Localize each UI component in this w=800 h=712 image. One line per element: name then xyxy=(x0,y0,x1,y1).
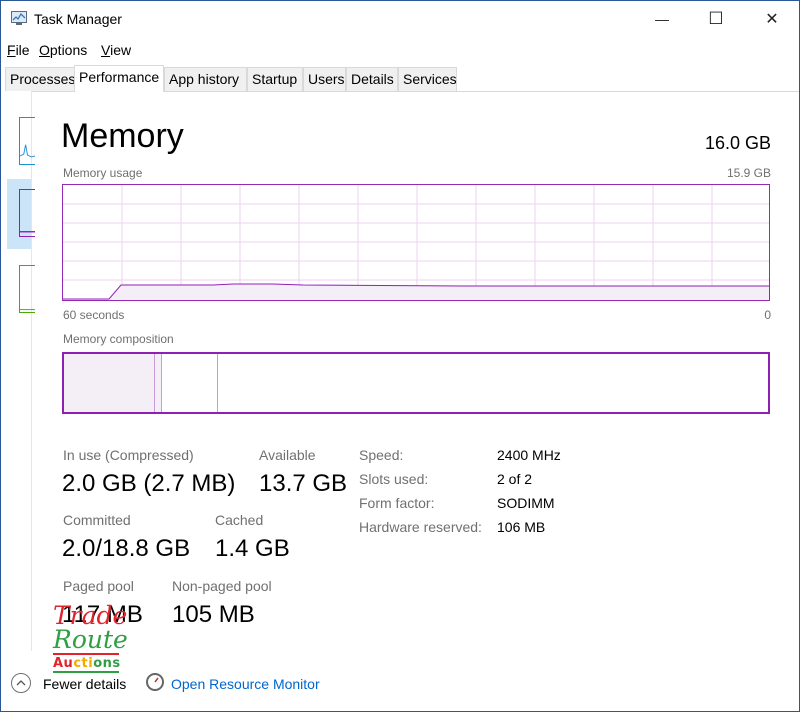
hardware-reserved-value: 106 MB xyxy=(497,519,546,535)
committed-label: Committed xyxy=(63,512,131,528)
memory-total: 16.0 GB xyxy=(704,133,771,153)
close-icon: ✕ xyxy=(765,11,779,28)
open-resource-monitor-link[interactable]: Open Resource Monitor xyxy=(171,676,320,692)
maximize-button[interactable]: ☐ xyxy=(693,1,739,37)
cached-value: 1.4 GB xyxy=(215,535,290,562)
tab-processes[interactable]: Processes xyxy=(5,67,75,91)
watermark-bar-1 xyxy=(53,653,119,655)
memory-usage-label: Memory usage xyxy=(63,166,143,180)
menu-view-accel: V xyxy=(101,42,111,58)
window-title: Task Manager xyxy=(34,11,122,27)
composition-divider-2 xyxy=(161,354,162,412)
available-value: 13.7 GB xyxy=(259,470,348,497)
menu-options[interactable]: Options xyxy=(39,42,87,58)
menu-bar: File Options View xyxy=(1,39,799,61)
minimize-button[interactable]: — xyxy=(639,1,685,37)
graph-gridlines xyxy=(63,185,769,300)
graph-axis-left: 60 seconds xyxy=(63,308,125,322)
close-button[interactable]: ✕ xyxy=(749,1,795,37)
tab-users[interactable]: Users xyxy=(303,67,346,91)
gauge-icon xyxy=(154,677,159,683)
menu-file-label: ile xyxy=(15,42,30,58)
tab-services[interactable]: Services xyxy=(398,67,457,91)
sidebar-item-disk[interactable] xyxy=(7,257,35,327)
task-manager-icon xyxy=(11,11,27,25)
menu-view-label: iew xyxy=(110,42,132,58)
in-use-label: In use (Compressed) xyxy=(63,447,194,463)
nonpaged-pool-label: Non-paged pool xyxy=(172,578,272,594)
menu-file[interactable]: File xyxy=(7,42,30,58)
fewer-details-button[interactable] xyxy=(11,673,31,693)
cached-label: Cached xyxy=(215,512,264,528)
task-manager-window: Task Manager — ☐ ✕ File Options View Pro… xyxy=(0,0,800,712)
memory-composition-bar xyxy=(62,352,770,414)
chevron-up-icon xyxy=(16,680,26,686)
paged-pool-label: Paged pool xyxy=(63,578,134,594)
maximize-icon: ☐ xyxy=(708,9,724,28)
speed-value: 2400 MHz xyxy=(497,447,561,463)
slots-value: 2 of 2 xyxy=(497,471,533,487)
form-factor-value: SODIMM xyxy=(497,495,555,511)
sidebar-item-cpu[interactable] xyxy=(7,107,35,177)
tab-strip: Processes Performance App history Startu… xyxy=(1,65,799,92)
minimize-icon: — xyxy=(655,11,669,27)
footer: Fewer details Open Resource Monitor xyxy=(1,663,799,703)
available-label: Available xyxy=(259,447,316,463)
resource-monitor-icon xyxy=(146,673,164,691)
nonpaged-pool-value: 105 MB xyxy=(172,601,255,628)
menu-file-accel: F xyxy=(7,42,16,58)
page-title: Memory xyxy=(61,117,184,155)
composition-divider-3 xyxy=(217,354,218,412)
menu-options-label: ptions xyxy=(49,42,88,58)
composition-in-use[interactable] xyxy=(64,354,154,412)
graph-axis-right: 0 xyxy=(764,308,771,322)
watermark-line-2: Route xyxy=(53,625,128,654)
menu-view[interactable]: View xyxy=(101,42,131,58)
memory-usage-max: 15.9 GB xyxy=(726,166,771,180)
speed-key: Speed: xyxy=(359,447,404,463)
performance-sidebar xyxy=(1,91,35,651)
title-bar[interactable]: Task Manager — ☐ ✕ xyxy=(1,1,799,37)
tab-performance[interactable]: Performance xyxy=(74,65,164,92)
menu-options-accel: O xyxy=(39,42,50,58)
tab-startup[interactable]: Startup xyxy=(247,67,303,91)
memory-panel: Memory 16.0 GB Memory usage 15.9 GB 60 s… xyxy=(31,91,799,651)
slots-key: Slots used: xyxy=(359,471,429,487)
hardware-reserved-key: Hardware reserved: xyxy=(359,519,482,535)
in-use-value: 2.0 GB (2.7 MB) xyxy=(62,470,236,497)
memory-composition-label: Memory composition xyxy=(63,332,174,346)
fewer-details-link[interactable]: Fewer details xyxy=(43,676,126,692)
sidebar-item-memory[interactable] xyxy=(7,179,35,249)
form-factor-key: Form factor: xyxy=(359,495,435,511)
memory-usage-graph xyxy=(62,184,770,301)
tab-details[interactable]: Details xyxy=(346,67,398,91)
memory-usage-chart xyxy=(63,185,769,300)
committed-value: 2.0/18.8 GB xyxy=(62,535,191,562)
tab-app-history[interactable]: App history xyxy=(164,67,247,91)
